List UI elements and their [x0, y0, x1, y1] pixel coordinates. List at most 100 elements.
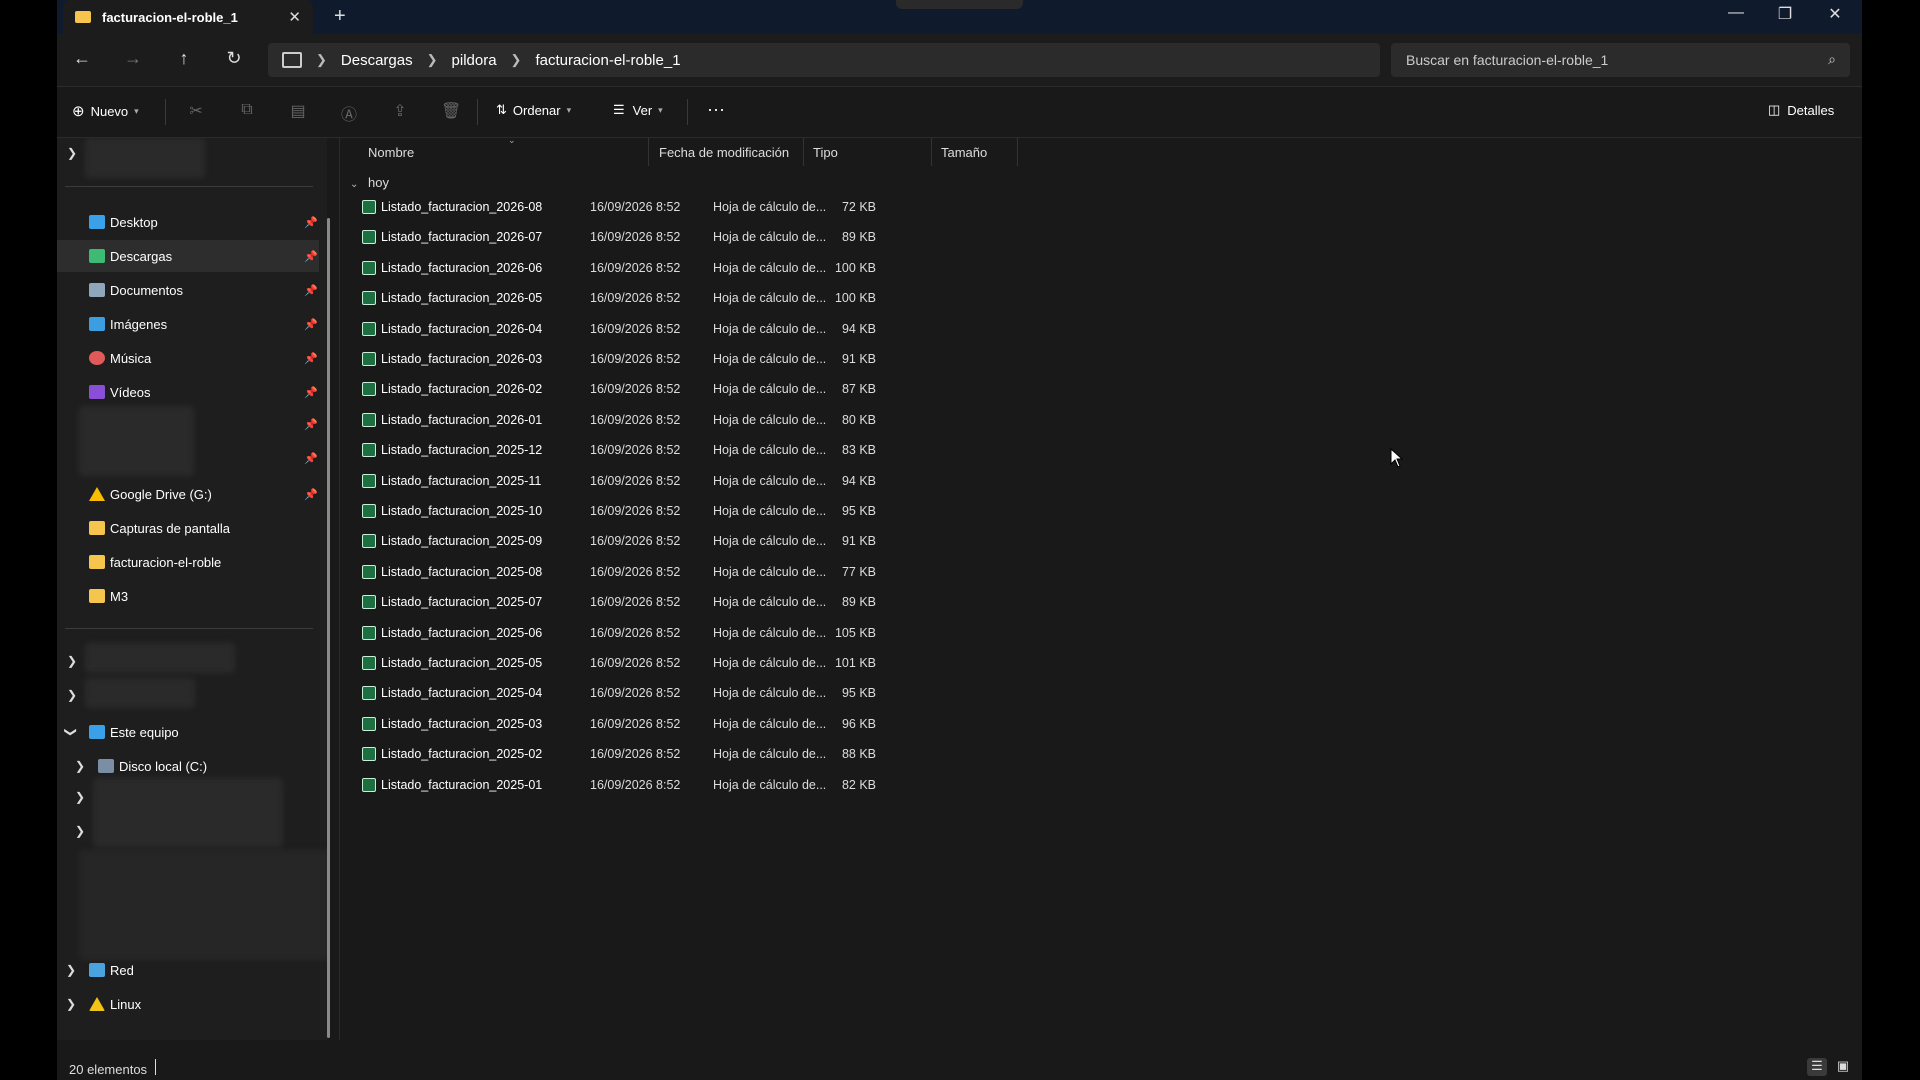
column-header-size[interactable]: Tamaño	[933, 138, 1018, 166]
sidebar-item-m3[interactable]: M3	[57, 580, 319, 612]
pin-icon[interactable]: 📌	[304, 452, 318, 465]
sort-button[interactable]: ⇅ Ordenar ▾	[496, 102, 571, 118]
table-row[interactable]: Listado_facturacion_2026-01 16/09/2026 8:…	[350, 406, 876, 436]
more-options-button[interactable]: ···	[707, 99, 725, 120]
table-row[interactable]: Listado_facturacion_2026-08 16/09/2026 8:…	[350, 193, 876, 223]
view-button[interactable]: ☰ Ver ▾	[613, 102, 663, 118]
table-row[interactable]: Listado_facturacion_2025-11 16/09/2026 8:…	[350, 467, 876, 497]
table-row[interactable]: Listado_facturacion_2025-03 16/09/2026 8:…	[350, 710, 876, 740]
rename-icon[interactable]: Ⓐ	[339, 101, 359, 125]
forward-arrow-icon[interactable]: →	[121, 48, 145, 69]
chevron-right-icon[interactable]: ❯	[427, 52, 438, 68]
search-input[interactable]: Buscar en facturacion-el-roble_1 ⌕	[1391, 43, 1850, 77]
chevron-right-icon[interactable]: ❯	[67, 654, 77, 668]
sidebar-item-descargas[interactable]: Descargas 📌	[57, 240, 319, 272]
divider	[65, 628, 313, 629]
sidebar-item-este-equipo[interactable]: ❯ Este equipo	[57, 716, 319, 748]
chevron-down-icon[interactable]: ⌄	[350, 179, 358, 190]
navigation-scrollbar[interactable]	[327, 138, 331, 1038]
table-row[interactable]: Listado_facturacion_2025-10 16/09/2026 8:…	[350, 497, 876, 527]
new-tab-button[interactable]: +	[334, 5, 346, 28]
scrollbar-thumb[interactable]	[327, 218, 330, 1038]
sidebar-item-musica[interactable]: Música 📌	[57, 342, 319, 374]
sidebar-item-imagenes[interactable]: Imágenes 📌	[57, 308, 319, 340]
sidebar-item-facturacion[interactable]: facturacion-el-roble	[57, 546, 319, 578]
cut-icon[interactable]: ✂	[186, 101, 206, 121]
sidebar-item-documentos[interactable]: Documentos 📌	[57, 274, 319, 306]
sidebar-item-linux[interactable]: ❯ Linux	[57, 988, 319, 1020]
copy-icon[interactable]: ⧉	[237, 101, 257, 119]
chevron-right-icon[interactable]: ❯	[67, 146, 77, 160]
sidebar-item-red[interactable]: ❯ Red	[57, 954, 319, 986]
table-row[interactable]: Listado_facturacion_2026-05 16/09/2026 8:…	[350, 284, 876, 314]
sidebar-item-capturas[interactable]: Capturas de pantalla	[57, 512, 319, 544]
file-date: 16/09/2026 8:52	[590, 625, 681, 640]
table-row[interactable]: Listado_facturacion_2025-09 16/09/2026 8:…	[350, 527, 876, 557]
table-row[interactable]: Listado_facturacion_2026-06 16/09/2026 8:…	[350, 254, 876, 284]
tab-facturacion[interactable]: facturacion-el-roble_1 ✕	[63, 0, 313, 34]
chevron-right-icon[interactable]: ❯	[316, 52, 327, 68]
column-header-modified[interactable]: Fecha de modificación	[651, 138, 804, 166]
chevron-right-icon[interactable]: ❯	[67, 688, 77, 702]
navigation-bar: ← → ↑ ↻ ❯ Descargas ❯ pildora ❯ facturac…	[57, 34, 1862, 87]
chevron-right-icon[interactable]: ❯	[511, 52, 522, 68]
tiles-view-icon[interactable]: ▣	[1834, 1058, 1852, 1076]
table-row[interactable]: Listado_facturacion_2025-12 16/09/2026 8:…	[350, 436, 876, 466]
search-icon[interactable]: ⌕	[1828, 51, 1836, 68]
table-row[interactable]: Listado_facturacion_2025-08 16/09/2026 8:…	[350, 558, 876, 588]
table-row[interactable]: Listado_facturacion_2025-05 16/09/2026 8:…	[350, 649, 876, 679]
table-row[interactable]: Listado_facturacion_2026-02 16/09/2026 8:…	[350, 375, 876, 405]
details-view-icon[interactable]: ☰	[1807, 1058, 1827, 1076]
sidebar-item-google-drive[interactable]: Google Drive (G:) 📌	[57, 478, 319, 510]
share-icon[interactable]: ⇪	[390, 101, 410, 121]
maximize-button[interactable]: ❐	[1762, 4, 1808, 24]
address-bar[interactable]: ❯ Descargas ❯ pildora ❯ facturacion-el-r…	[268, 43, 1380, 77]
breadcrumb-pildora[interactable]: pildora	[452, 52, 497, 69]
folder-icon	[75, 11, 91, 23]
close-window-button[interactable]: ✕	[1812, 4, 1858, 24]
sidebar-item-label: Este equipo	[110, 724, 179, 740]
details-button[interactable]: ◫ Detalles	[1768, 102, 1834, 118]
table-row[interactable]: Listado_facturacion_2025-01 16/09/2026 8:…	[350, 771, 876, 801]
close-tab-icon[interactable]: ✕	[288, 8, 301, 26]
new-button[interactable]: ⊕ Nuevo ▾	[72, 102, 139, 120]
chevron-right-icon[interactable]: ❯	[75, 790, 85, 804]
breadcrumb-descargas[interactable]: Descargas	[341, 52, 413, 69]
breadcrumb-current[interactable]: facturacion-el-roble_1	[535, 52, 680, 69]
chevron-right-icon[interactable]: ❯	[75, 759, 85, 773]
table-row[interactable]: Listado_facturacion_2026-03 16/09/2026 8:…	[350, 345, 876, 375]
table-row[interactable]: Listado_facturacion_2025-04 16/09/2026 8:…	[350, 679, 876, 709]
chevron-right-icon[interactable]: ❯	[75, 824, 85, 838]
pin-icon[interactable]: 📌	[304, 386, 318, 399]
chevron-right-icon[interactable]: ❯	[66, 963, 76, 977]
pin-icon[interactable]: 📌	[304, 352, 318, 365]
pin-icon[interactable]: 📌	[304, 418, 318, 431]
column-header-name[interactable]: Nombre ⌄	[360, 135, 649, 166]
table-row[interactable]: Listado_facturacion_2026-07 16/09/2026 8:…	[350, 223, 876, 253]
pin-icon[interactable]: 📌	[304, 216, 318, 229]
pin-icon[interactable]: 📌	[304, 488, 318, 501]
sidebar-item-desktop[interactable]: Desktop 📌	[57, 206, 319, 238]
pin-icon[interactable]: 📌	[304, 284, 318, 297]
table-row[interactable]: Listado_facturacion_2026-04 16/09/2026 8:…	[350, 315, 876, 345]
sidebar-item-videos[interactable]: Vídeos 📌	[57, 376, 319, 408]
drag-handle[interactable]	[896, 0, 1023, 9]
table-row[interactable]: Listado_facturacion_2025-07 16/09/2026 8:…	[350, 588, 876, 618]
pin-icon[interactable]: 📌	[304, 318, 318, 331]
file-list: Nombre ⌄ Fecha de modificación Tipo Tama…	[339, 135, 1862, 1040]
refresh-icon[interactable]: ↻	[222, 48, 246, 69]
back-arrow-icon[interactable]: ←	[70, 48, 94, 69]
minimize-button[interactable]: —	[1713, 4, 1759, 22]
table-row[interactable]: Listado_facturacion_2025-06 16/09/2026 8:…	[350, 619, 876, 649]
sort-indicator-icon: ⌄	[508, 135, 516, 145]
delete-icon[interactable]: 🗑	[441, 101, 461, 121]
table-row[interactable]: Listado_facturacion_2025-02 16/09/2026 8:…	[350, 740, 876, 770]
paste-icon[interactable]: ▤	[288, 101, 308, 121]
pin-icon[interactable]: 📌	[304, 250, 318, 263]
divider	[65, 186, 313, 187]
up-arrow-icon[interactable]: ↑	[172, 48, 196, 69]
chevron-right-icon[interactable]: ❯	[66, 997, 76, 1011]
column-header-type[interactable]: Tipo	[805, 138, 932, 166]
chevron-down-icon[interactable]: ❯	[64, 727, 78, 737]
group-header[interactable]: ⌄ hoy	[350, 175, 389, 190]
